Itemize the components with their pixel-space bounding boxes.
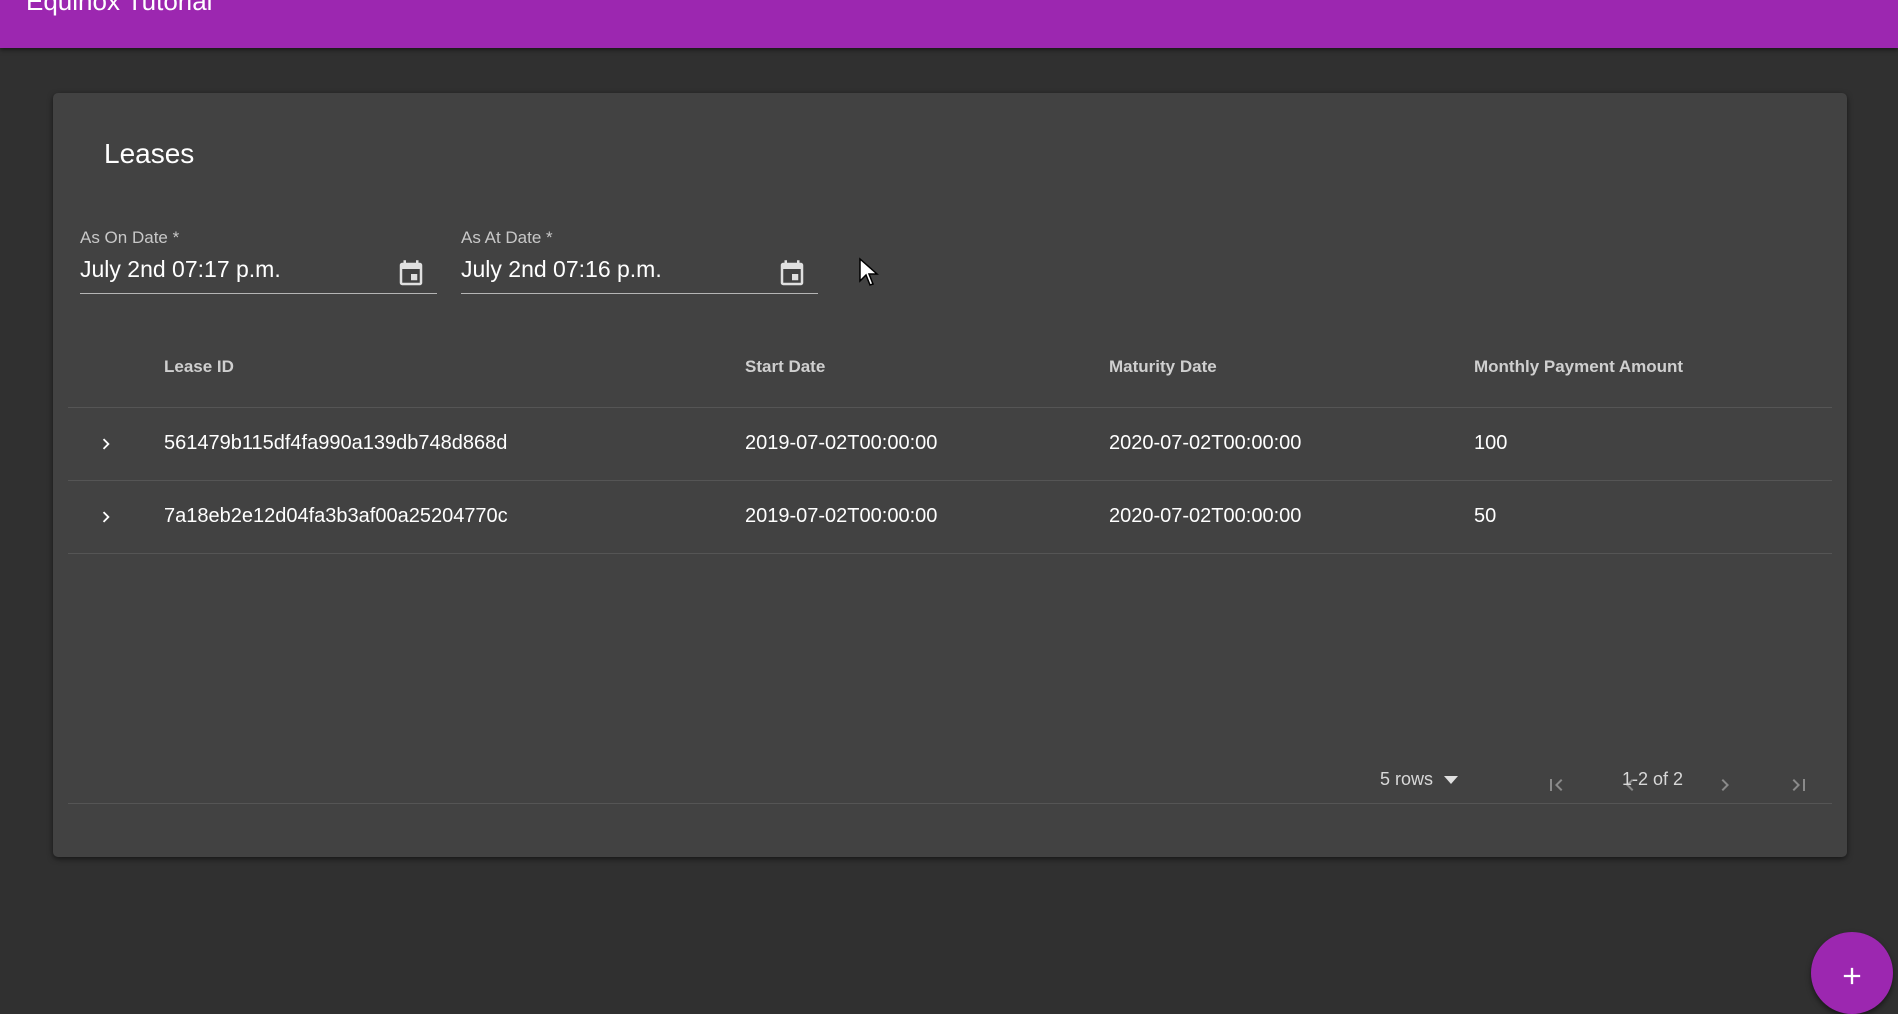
monthly-payment-cell: 100 (1474, 432, 1508, 454)
column-header-monthly-payment[interactable]: Monthly Payment Amount (1474, 357, 1683, 377)
next-page-icon[interactable] (1707, 767, 1743, 803)
as-on-date-value[interactable]: July 2nd 07:17 p.m. (80, 256, 281, 283)
table-header: Lease ID Start Date Maturity Date Monthl… (68, 313, 1832, 408)
last-page-icon[interactable] (1781, 767, 1817, 803)
column-header-lease-id[interactable]: Lease ID (164, 357, 234, 377)
maturity-date-cell: 2020-07-02T00:00:00 (1109, 505, 1302, 527)
calendar-icon[interactable] (772, 254, 812, 294)
lease-id-cell: 561479b115df4fa990a139db748d868d (164, 432, 508, 454)
app-bar: Equinox Tutorial (0, 0, 1898, 48)
maturity-date-cell: 2020-07-02T00:00:00 (1109, 432, 1302, 454)
start-date-cell: 2019-07-02T00:00:00 (745, 432, 938, 454)
page-range: 1-2 of 2 (1622, 769, 1684, 789)
as-on-date-field[interactable]: As On Date * July 2nd 07:17 p.m. (80, 228, 437, 294)
column-header-maturity-date[interactable]: Maturity Date (1109, 357, 1217, 377)
mouse-cursor (858, 257, 880, 292)
first-page-icon[interactable] (1538, 767, 1574, 803)
table-row[interactable]: 561479b115df4fa990a139db748d868d 2019-07… (68, 408, 1832, 481)
as-at-date-label: As At Date * (461, 228, 553, 247)
app-title: Equinox Tutorial (26, 0, 213, 16)
plus-icon (1843, 967, 1861, 985)
column-header-start-date[interactable]: Start Date (745, 357, 825, 377)
as-at-date-field[interactable]: As At Date * July 2nd 07:16 p.m. (461, 228, 818, 294)
table-row[interactable]: 7a18eb2e12d04fa3b3af00a25204770c 2019-07… (68, 481, 1832, 554)
leases-card: Leases As On Date * July 2nd 07:17 p.m. … (53, 93, 1847, 857)
rows-per-page-select[interactable]: 5 rows (1380, 769, 1459, 790)
monthly-payment-cell: 50 (1474, 505, 1497, 527)
rows-per-page-value: 5 rows (1380, 769, 1434, 789)
chevron-right-icon[interactable] (88, 426, 124, 462)
add-lease-button[interactable] (1811, 932, 1893, 1014)
as-at-date-value[interactable]: July 2nd 07:16 p.m. (461, 256, 662, 283)
dropdown-arrow-icon (1444, 775, 1459, 784)
table-footer-divider (68, 803, 1832, 804)
start-date-cell: 2019-07-02T00:00:00 (745, 505, 938, 527)
calendar-icon[interactable] (391, 254, 431, 294)
card-title: Leases (104, 138, 195, 169)
chevron-right-icon[interactable] (88, 499, 124, 535)
leases-table: Lease ID Start Date Maturity Date Monthl… (68, 313, 1832, 554)
as-on-date-label: As On Date * (80, 228, 180, 247)
lease-id-cell: 7a18eb2e12d04fa3b3af00a25204770c (164, 505, 508, 527)
